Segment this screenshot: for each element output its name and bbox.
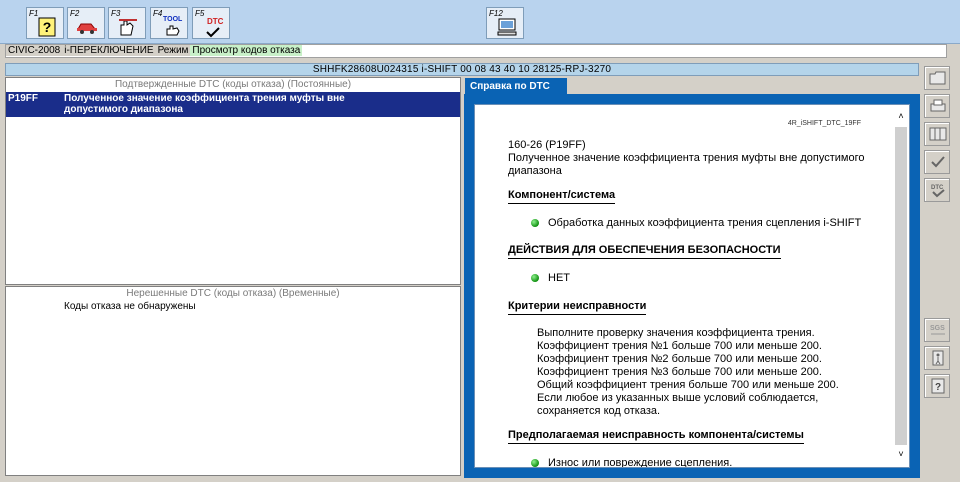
f4-tool-button[interactable]: F4 TOOL xyxy=(150,7,188,39)
vehicle-info-header: SHHFK28608U024315 i-SHIFT 00 08 43 40 10… xyxy=(5,63,919,76)
f5-dtc-button[interactable]: F5 DTC xyxy=(192,7,230,39)
dtc-description: Полученное значение коэффициента трения … xyxy=(64,93,345,115)
status-bar: CIVIC-2008 i-ПЕРЕКЛЮЧЕНИЕ Режим Просмотр ко… xyxy=(5,44,947,58)
svg-text:SGS: SGS xyxy=(930,325,945,332)
pending-dtc-title: Нерешенные DTC (коды отказа) (Временные) xyxy=(126,288,340,299)
print-button[interactable] xyxy=(924,94,950,118)
document-scrollbar[interactable]: ˄ ˅ xyxy=(893,105,909,467)
dtc-list-item[interactable]: P19FF Полученное значение коэффициента т… xyxy=(6,92,460,117)
svg-text:?: ? xyxy=(43,19,52,35)
grid-icon xyxy=(929,127,947,141)
sgs-icon: SGS xyxy=(930,325,945,335)
dtc-check-icon: DTC xyxy=(931,185,945,198)
exit-button[interactable] xyxy=(924,346,950,370)
open-folder-button[interactable] xyxy=(924,66,950,90)
tab-dtc-help[interactable]: Справка по DTC xyxy=(465,78,567,95)
refresh-button[interactable]: ? xyxy=(924,374,950,398)
f1-help-button[interactable]: F1 ? xyxy=(26,7,64,39)
f2-car-button[interactable]: F2 xyxy=(67,7,105,39)
fault-heading: Предполагаемая неисправность компонента/… xyxy=(508,429,804,444)
criteria-text: Выполните проверку значения коэффициента… xyxy=(537,327,839,417)
scroll-down-icon[interactable]: ˅ xyxy=(893,447,909,461)
safety-heading: ДЕЙСТВИЯ ДЛЯ ОБЕСПЕЧЕНИЯ БЕЗОПАСНОСТИ xyxy=(508,244,781,259)
dtc-code-heading: 160-26 (P19FF) xyxy=(508,139,586,151)
mode-value: Просмотр кодов отказа xyxy=(190,45,303,56)
folder-icon xyxy=(929,71,946,85)
toolbar: F1 ? F2 F3 F4 TOOL F5 DTC F12 xyxy=(0,0,960,44)
no-codes-message: Коды отказа не обнаружены xyxy=(64,301,196,312)
check-icon xyxy=(931,156,945,168)
data-list-button[interactable] xyxy=(924,122,950,146)
check-icon xyxy=(206,27,220,38)
tool-icon: TOOL xyxy=(163,16,183,23)
system-name: i-ПЕРЕКЛЮЧЕНИЕ xyxy=(62,45,156,56)
svg-text:DTC: DTC xyxy=(931,185,944,191)
document-id: 4R_iSHIFT_DTC_19FF xyxy=(787,120,861,127)
exit-door-icon xyxy=(932,350,944,366)
dtc-title: Полученное значение коэффициента трения … xyxy=(508,152,865,177)
safety-item: НЕТ xyxy=(531,272,570,284)
scroll-up-icon[interactable]: ˄ xyxy=(893,109,909,123)
document-content: 4R_iSHIFT_DTC_19FF 160-26 (P19FF) Получе… xyxy=(475,105,895,468)
component-item: Обработка данных коэффициента трения сце… xyxy=(530,217,862,229)
dtc-clear-button[interactable]: DTC xyxy=(924,178,950,202)
pending-dtc-panel: Нерешенные DTC (коды отказа) (Временные)… xyxy=(5,286,461,476)
scroll-thumb[interactable] xyxy=(895,127,907,445)
dtc-help-document[interactable]: 4R_iSHIFT_DTC_19FF 160-26 (P19FF) Получе… xyxy=(474,104,910,468)
f3-hand-button[interactable]: F3 xyxy=(108,7,146,39)
confirmed-dtc-panel: Подтвержденные DTC (коды отказа) (Постоя… xyxy=(5,77,461,285)
criteria-heading: Критерии неисправности xyxy=(508,300,647,315)
svg-text:?: ? xyxy=(935,382,941,393)
confirmed-dtc-title: Подтвержденные DTC (коды отказа) (Постоя… xyxy=(114,79,352,90)
car-icon xyxy=(77,23,97,34)
fault-item: Износ или повреждение сцепления. xyxy=(530,457,733,468)
f12-computer-button[interactable]: F12 xyxy=(486,7,524,39)
dtc-code: P19FF xyxy=(8,93,39,104)
vehicle-model: CIVIC-2008 xyxy=(6,45,63,56)
printer-icon xyxy=(930,99,946,112)
computer-icon xyxy=(497,18,517,36)
test-button[interactable] xyxy=(924,150,950,174)
mode-label: Режим xyxy=(155,45,191,56)
hand-icon xyxy=(166,25,180,36)
sgs-button[interactable]: SGS xyxy=(924,318,950,342)
component-heading: Компонент/система xyxy=(508,189,616,204)
hand-tool-icon xyxy=(119,19,137,36)
help-icon: ? xyxy=(38,17,56,37)
dtc-icon: DTC xyxy=(207,17,224,26)
refresh-icon: ? xyxy=(931,378,945,394)
